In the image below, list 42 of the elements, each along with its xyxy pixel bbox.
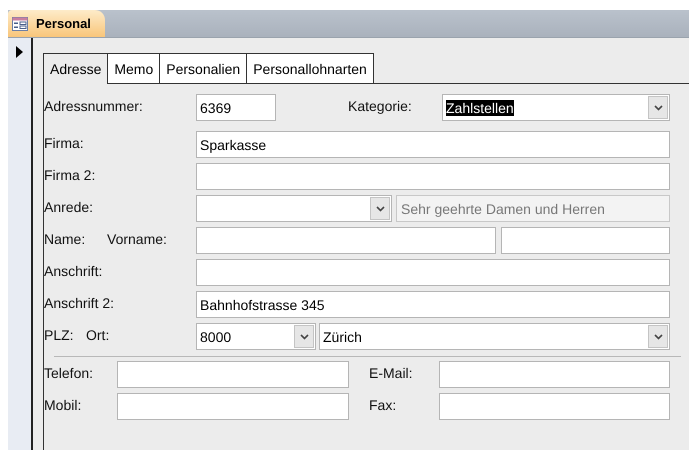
dropdown[interactable]: Zürich — [319, 323, 670, 350]
field-label: Kategorie: — [348, 97, 413, 116]
text-field[interactable] — [196, 259, 670, 286]
text-field[interactable] — [439, 393, 670, 420]
dropdown[interactable] — [196, 195, 392, 222]
field-label: Fax: — [369, 396, 398, 415]
document-tab[interactable]: Personal — [8, 10, 105, 37]
field-label: Mobil: — [44, 396, 82, 415]
chevron-down-icon — [376, 206, 384, 212]
chevron-down-icon — [654, 104, 662, 110]
text-field[interactable]: Bahnhofstrasse 345 — [196, 291, 670, 318]
record-pointer-icon — [16, 46, 23, 58]
field-label: Vorname: — [107, 230, 168, 249]
text-field[interactable] — [117, 393, 349, 420]
field-label: E-Mail: — [369, 364, 414, 383]
field-label: Firma: — [44, 134, 85, 153]
tab[interactable]: Memo — [108, 53, 160, 84]
text-field[interactable] — [439, 361, 670, 388]
readonly-field[interactable]: Sehr geehrte Damen und Herren — [396, 195, 670, 222]
field-label: Adressnummer: — [44, 97, 144, 116]
chevron-down-icon — [654, 334, 662, 340]
field-label: Ort: — [86, 326, 110, 345]
text-field[interactable]: 6369 — [196, 94, 276, 121]
dropdown[interactable]: 8000 — [196, 323, 316, 350]
tab[interactable]: Personallohnarten — [247, 53, 374, 84]
dropdown[interactable]: Zahlstellen — [442, 94, 670, 121]
field-label: Anrede: — [44, 198, 94, 217]
field-label: Firma 2: — [44, 166, 96, 185]
field-label: Telefon: — [44, 364, 94, 383]
form-icon — [12, 16, 28, 30]
field-label: PLZ: — [44, 326, 75, 345]
tab[interactable]: Adresse — [44, 53, 108, 84]
tab[interactable]: Personalien — [160, 53, 248, 84]
text-field[interactable] — [196, 227, 496, 254]
text-field[interactable] — [117, 361, 349, 388]
text-field[interactable] — [196, 163, 670, 190]
chevron-down-icon — [300, 334, 308, 340]
field-label: Name: — [44, 230, 86, 249]
field-label: Anschrift 2: — [44, 294, 116, 313]
field-label: Anschrift: — [44, 262, 104, 281]
text-field[interactable] — [501, 227, 670, 254]
text-field[interactable]: Sparkasse — [196, 131, 670, 158]
